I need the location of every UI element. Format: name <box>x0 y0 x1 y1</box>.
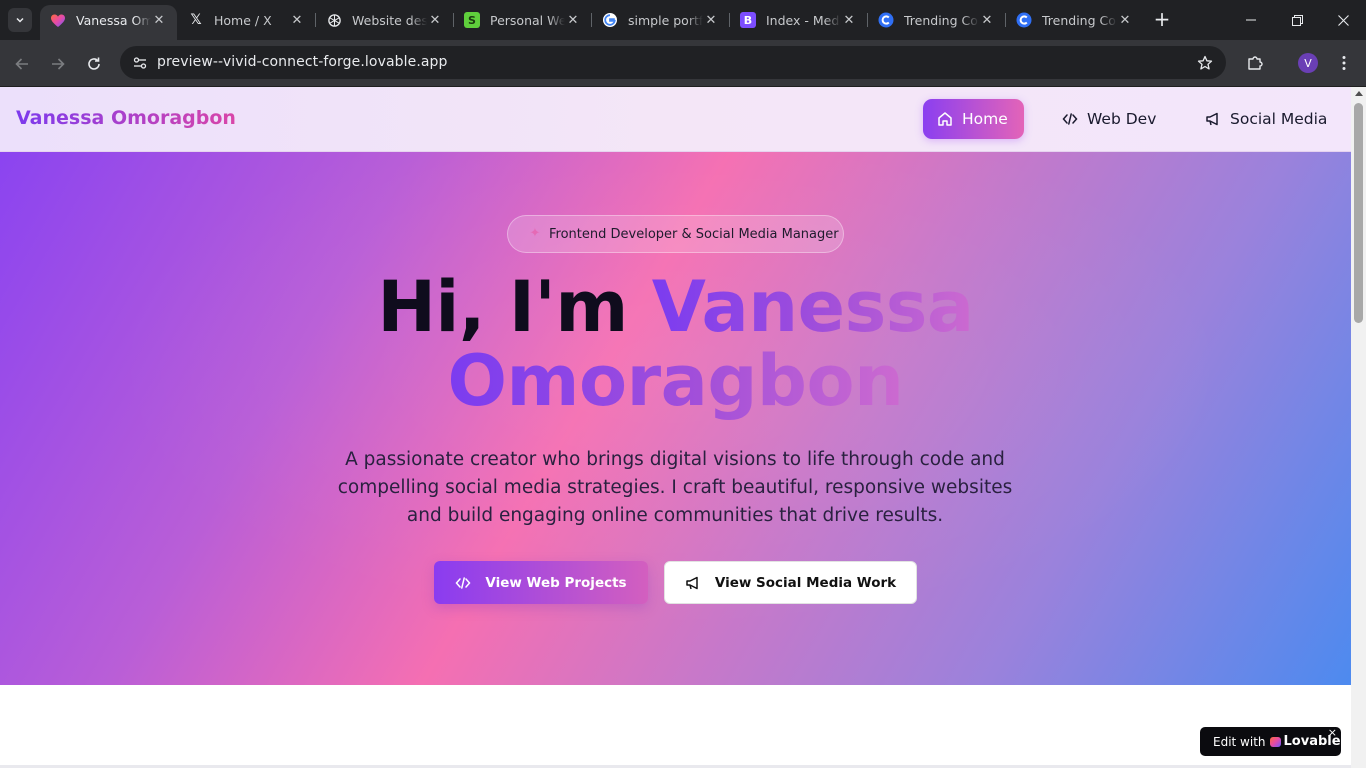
nav-home-label: Home <box>962 110 1008 128</box>
edit-with-lovable-badge[interactable]: Edit with Lovable × <box>1200 726 1341 756</box>
close-icon[interactable]: ✕ <box>151 13 167 28</box>
hero-name-last: Omoragbon <box>447 340 904 422</box>
code-icon <box>455 576 471 589</box>
google-icon <box>602 12 618 28</box>
green-s-icon: S <box>464 12 480 28</box>
view-social-media-work-button[interactable]: View Social Media Work <box>664 561 917 604</box>
tab-title: Personal Website <box>490 12 565 28</box>
restore-icon <box>1291 14 1303 26</box>
hero-name-first: Vanessa <box>651 266 974 348</box>
view-social-media-work-label: View Social Media Work <box>714 574 897 591</box>
site-header: Vanessa Omoragbon Home Web Dev Social Me… <box>0 87 1351 152</box>
sparkle-icon: ✦ <box>529 226 541 241</box>
browser-menu-button[interactable] <box>1334 51 1354 75</box>
scroll-up-arrow-icon[interactable] <box>1355 91 1363 96</box>
nav-web-dev-label: Web Dev <box>1087 110 1157 128</box>
view-web-projects-button[interactable]: View Web Projects <box>434 561 648 604</box>
tab-title: Home / X <box>214 12 272 28</box>
page-viewport: Vanessa Omoragbon Home Web Dev Social Me… <box>0 87 1351 768</box>
view-web-projects-label: View Web Projects <box>485 574 627 591</box>
url-text[interactable]: preview--vivid-connect-forge.lovable.app <box>157 54 448 70</box>
puzzle-icon <box>1248 56 1263 70</box>
profile-avatar[interactable]: V <box>1298 53 1318 73</box>
tab-website-design[interactable]: Website design ✕ <box>316 6 453 34</box>
tab-personal-website[interactable]: S Personal Website ✕ <box>454 6 591 34</box>
tab-vanessa[interactable]: Vanessa Omoragbon ✕ <box>40 5 177 40</box>
back-button[interactable] <box>8 50 36 78</box>
close-window-button[interactable] <box>1320 0 1366 40</box>
megaphone-icon <box>686 576 698 589</box>
lovable-heart-icon <box>1269 736 1281 747</box>
purple-b-icon: B <box>740 12 756 28</box>
hero-headline: Hi, I'm Vanessa Omoragbon <box>0 270 1351 418</box>
address-bar[interactable]: preview--vivid-connect-forge.lovable.app <box>120 46 1226 79</box>
lovable-badge-close[interactable]: × <box>1328 726 1337 739</box>
coolors-icon <box>1016 12 1032 28</box>
kebab-menu-icon <box>1342 56 1346 70</box>
extensions-button[interactable] <box>1243 51 1267 75</box>
hero-section: ✦ Frontend Developer & Social Media Mana… <box>0 152 1351 685</box>
tab-x[interactable]: 𝕏 Home / X ✕ <box>178 6 315 34</box>
tab-title: simple portfolio <box>628 12 703 28</box>
role-badge-text: Frontend Developer & Social Media Manage… <box>549 226 839 242</box>
nav-home[interactable]: Home <box>923 99 1024 139</box>
hero-description: A passionate creator who brings digital … <box>337 449 1013 526</box>
tab-title: Index - Media <box>766 12 841 28</box>
new-tab-button[interactable]: + <box>1151 9 1173 31</box>
tab-trending-colors-1[interactable]: Trending Colors ✕ <box>868 6 1005 34</box>
close-icon[interactable]: ✕ <box>289 13 305 28</box>
nav-web-dev[interactable]: Web Dev <box>1062 99 1156 139</box>
star-icon <box>1197 55 1213 70</box>
tab-index-media[interactable]: B Index - Media ✕ <box>730 6 867 34</box>
chevron-down-icon <box>16 17 24 23</box>
code-icon <box>1062 113 1078 125</box>
hero-greeting: Hi, I'm <box>377 266 628 348</box>
close-icon[interactable]: ✕ <box>841 13 857 28</box>
scroll-thumb[interactable] <box>1354 103 1363 323</box>
tune-icon <box>133 57 147 69</box>
close-icon[interactable]: ✕ <box>565 13 581 28</box>
bookmark-button[interactable] <box>1194 52 1216 74</box>
lovable-badge-prefix: Edit with <box>1213 734 1266 749</box>
tab-title: Trending Colors <box>904 12 979 28</box>
openai-icon <box>326 12 342 28</box>
close-icon[interactable]: ✕ <box>1117 13 1133 28</box>
tab-simple-portfolio[interactable]: simple portfolio ✕ <box>592 6 729 34</box>
forward-button[interactable] <box>44 50 72 78</box>
site-info-button[interactable] <box>127 50 153 76</box>
arrow-left-icon <box>15 58 28 70</box>
nav-social-media[interactable]: Social Media <box>1205 99 1327 139</box>
coolors-icon <box>878 12 894 28</box>
browser-toolbar: preview--vivid-connect-forge.lovable.app… <box>0 40 1366 87</box>
megaphone-icon <box>1206 112 1218 126</box>
close-icon[interactable]: ✕ <box>703 13 719 28</box>
close-icon <box>1337 14 1349 26</box>
reload-icon <box>88 57 100 70</box>
tab-trending-colors-2[interactable]: Trending Colors ✕ <box>1006 6 1143 34</box>
close-icon[interactable]: ✕ <box>427 13 443 28</box>
nav-social-media-label: Social Media <box>1230 110 1328 128</box>
browser-tab-strip: Vanessa Omoragbon ✕ 𝕏 Home / X ✕ Website… <box>0 0 1366 40</box>
role-badge: ✦ Frontend Developer & Social Media Mana… <box>507 215 844 253</box>
site-brand-link[interactable]: Vanessa Omoragbon <box>16 107 236 129</box>
minimize-button[interactable] <box>1228 0 1274 40</box>
close-icon[interactable]: ✕ <box>979 13 995 28</box>
tab-title: Trending Colors <box>1042 12 1117 28</box>
tab-search-button[interactable] <box>8 8 32 32</box>
tab-title: Website design <box>352 12 427 28</box>
lovable-heart-icon <box>50 13 66 29</box>
tab-title: Vanessa Omoragbon <box>76 13 151 28</box>
x-logo-icon: 𝕏 <box>190 12 202 28</box>
reload-button[interactable] <box>80 50 108 78</box>
minimize-icon <box>1246 19 1256 21</box>
home-icon <box>938 112 952 126</box>
page-scrollbar[interactable] <box>1351 87 1366 768</box>
restore-button[interactable] <box>1274 0 1320 40</box>
arrow-right-icon <box>52 58 65 70</box>
